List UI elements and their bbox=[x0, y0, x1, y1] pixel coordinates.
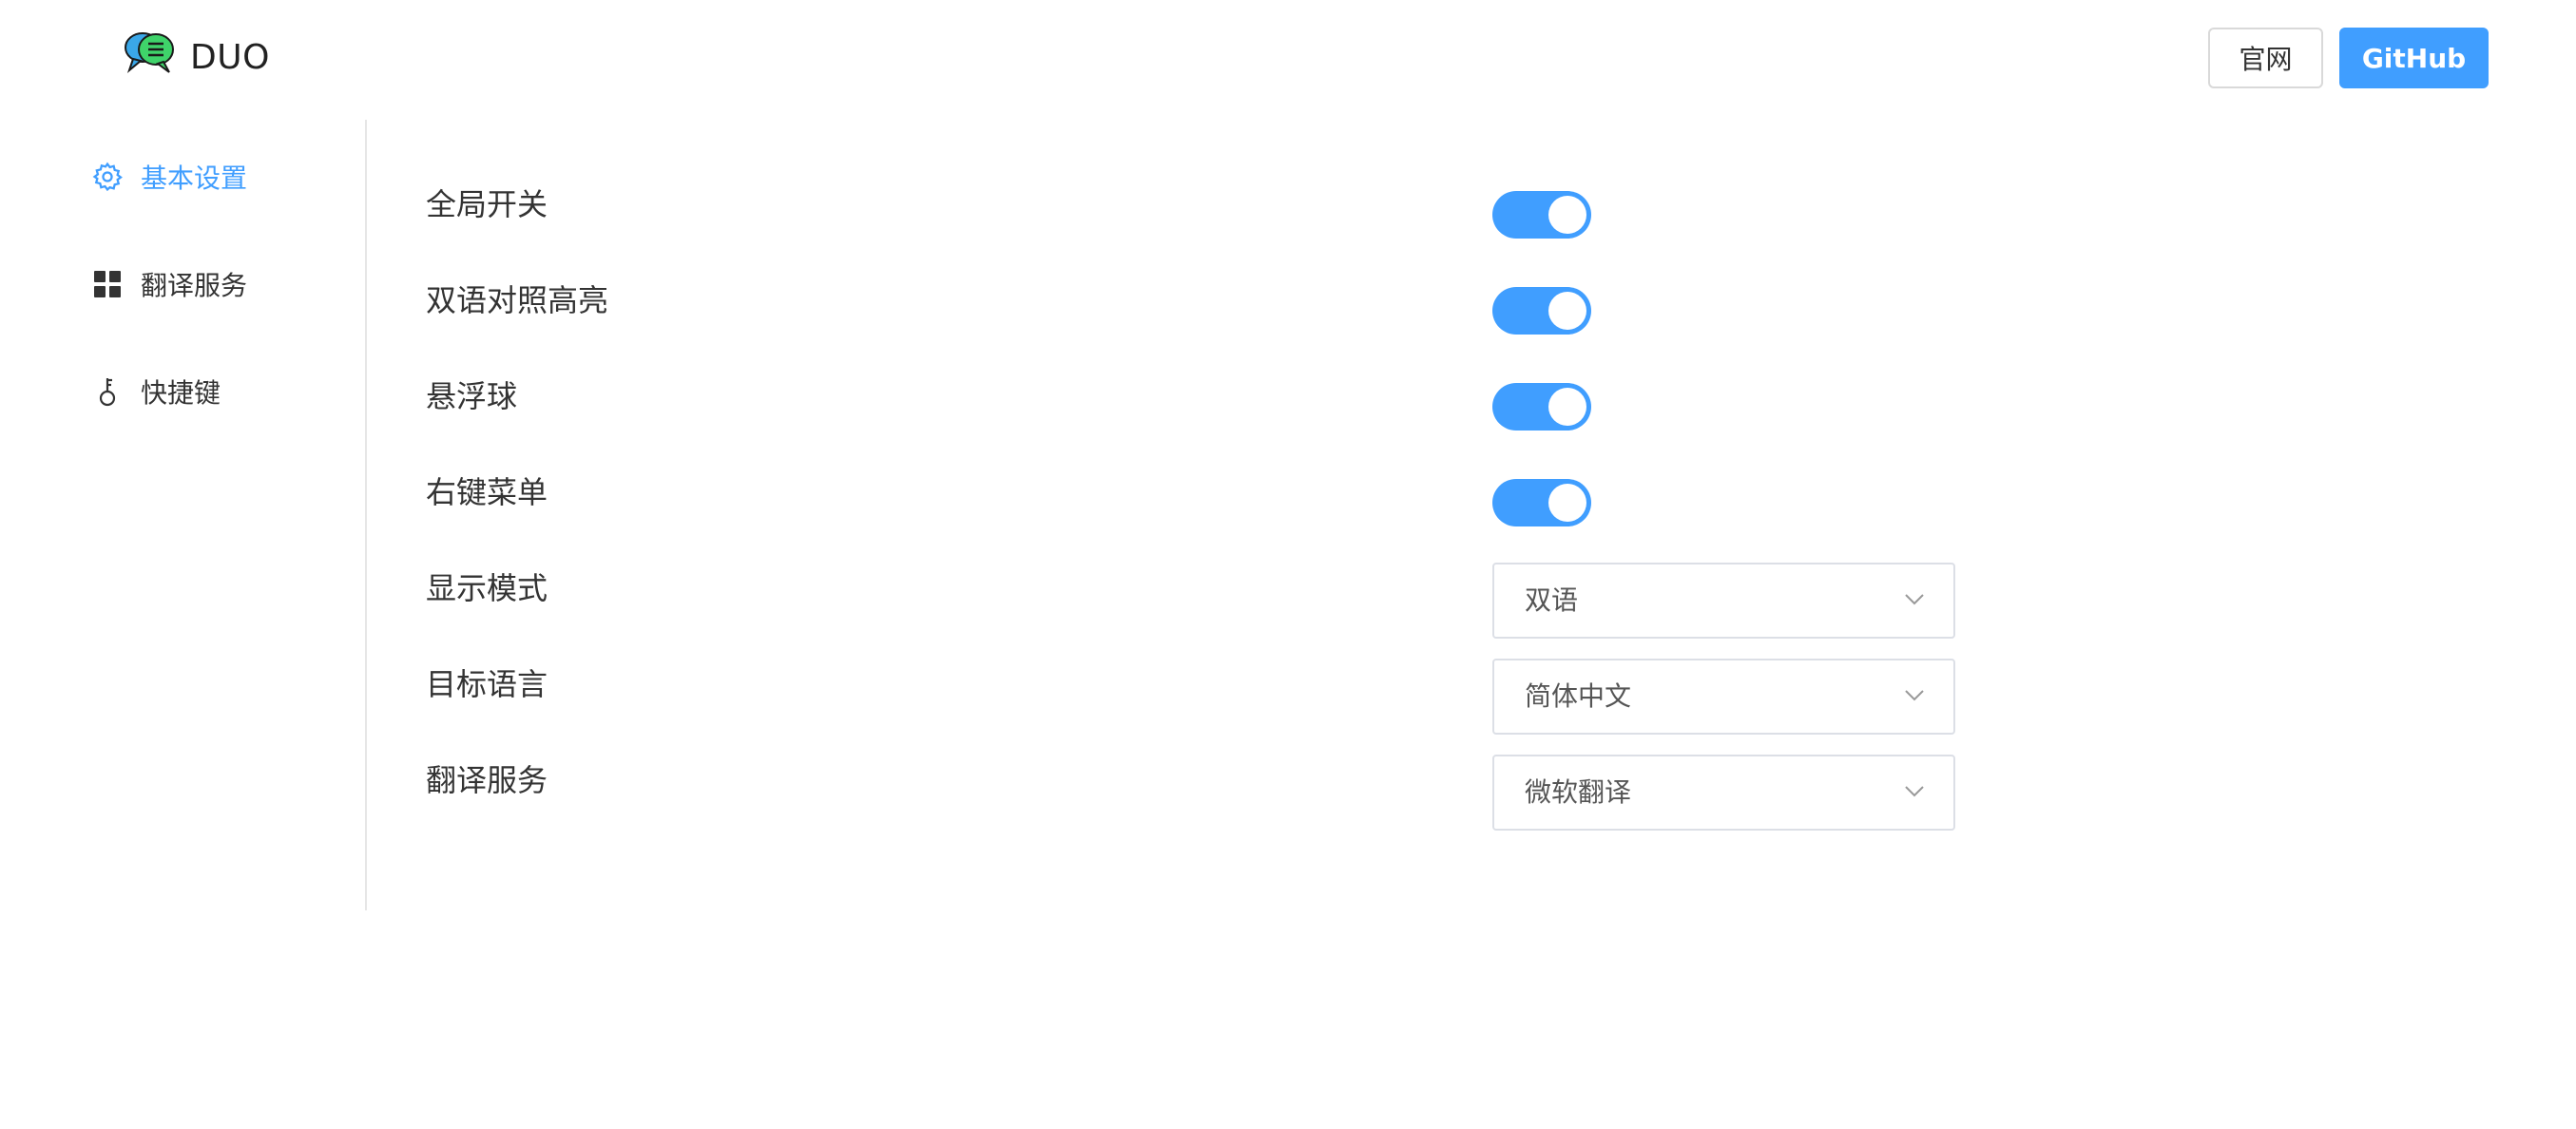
target-language-select[interactable]: 简体中文 bbox=[1492, 659, 1955, 735]
brand-name: DUO bbox=[190, 38, 270, 77]
sidebar-item-label: 翻译服务 bbox=[141, 270, 248, 301]
sidebar-item-translation-service[interactable]: 翻译服务 bbox=[91, 265, 247, 303]
sidebar-item-basic-settings[interactable]: 基本设置 bbox=[91, 158, 247, 196]
grid-icon bbox=[91, 268, 124, 300]
target-language-label: 目标语言 bbox=[426, 666, 548, 702]
logo[interactable]: DUO bbox=[124, 27, 270, 77]
sidebar-item-label: 基本设置 bbox=[141, 163, 248, 194]
chat-bubbles-logo-icon bbox=[124, 30, 175, 74]
translation-service-label: 翻译服务 bbox=[426, 762, 548, 798]
floating-ball-label: 悬浮球 bbox=[426, 378, 518, 414]
floating-ball-toggle[interactable] bbox=[1492, 383, 1591, 431]
context-menu-label: 右键菜单 bbox=[426, 474, 548, 510]
select-value: 微软翻译 bbox=[1525, 776, 1632, 808]
global-switch-label: 全局开关 bbox=[426, 186, 548, 222]
chevron-down-icon bbox=[1904, 784, 1925, 802]
app-header: DUO 官网 GitHub bbox=[0, 0, 2576, 120]
sidebar-item-label: 快捷键 bbox=[141, 377, 221, 409]
select-value: 双语 bbox=[1525, 584, 1579, 616]
bilingual-highlight-label: 双语对照高亮 bbox=[426, 282, 609, 318]
sidebar-item-shortcuts[interactable]: 快捷键 bbox=[91, 373, 221, 411]
display-mode-label: 显示模式 bbox=[426, 570, 548, 606]
key-icon bbox=[91, 375, 124, 408]
translation-service-select[interactable]: 微软翻译 bbox=[1492, 755, 1955, 831]
select-value: 简体中文 bbox=[1525, 680, 1632, 712]
gear-icon bbox=[91, 161, 124, 193]
display-mode-select[interactable]: 双语 bbox=[1492, 563, 1955, 639]
context-menu-toggle[interactable] bbox=[1492, 479, 1591, 526]
bilingual-highlight-toggle[interactable] bbox=[1492, 287, 1591, 335]
sidebar: 基本设置 翻译服务 快捷键 bbox=[0, 120, 367, 910]
official-site-button[interactable]: 官网 bbox=[2208, 28, 2323, 88]
github-button[interactable]: GitHub bbox=[2339, 28, 2489, 88]
chevron-down-icon bbox=[1904, 592, 1925, 610]
chevron-down-icon bbox=[1904, 688, 1925, 706]
global-switch-toggle[interactable] bbox=[1492, 191, 1591, 239]
